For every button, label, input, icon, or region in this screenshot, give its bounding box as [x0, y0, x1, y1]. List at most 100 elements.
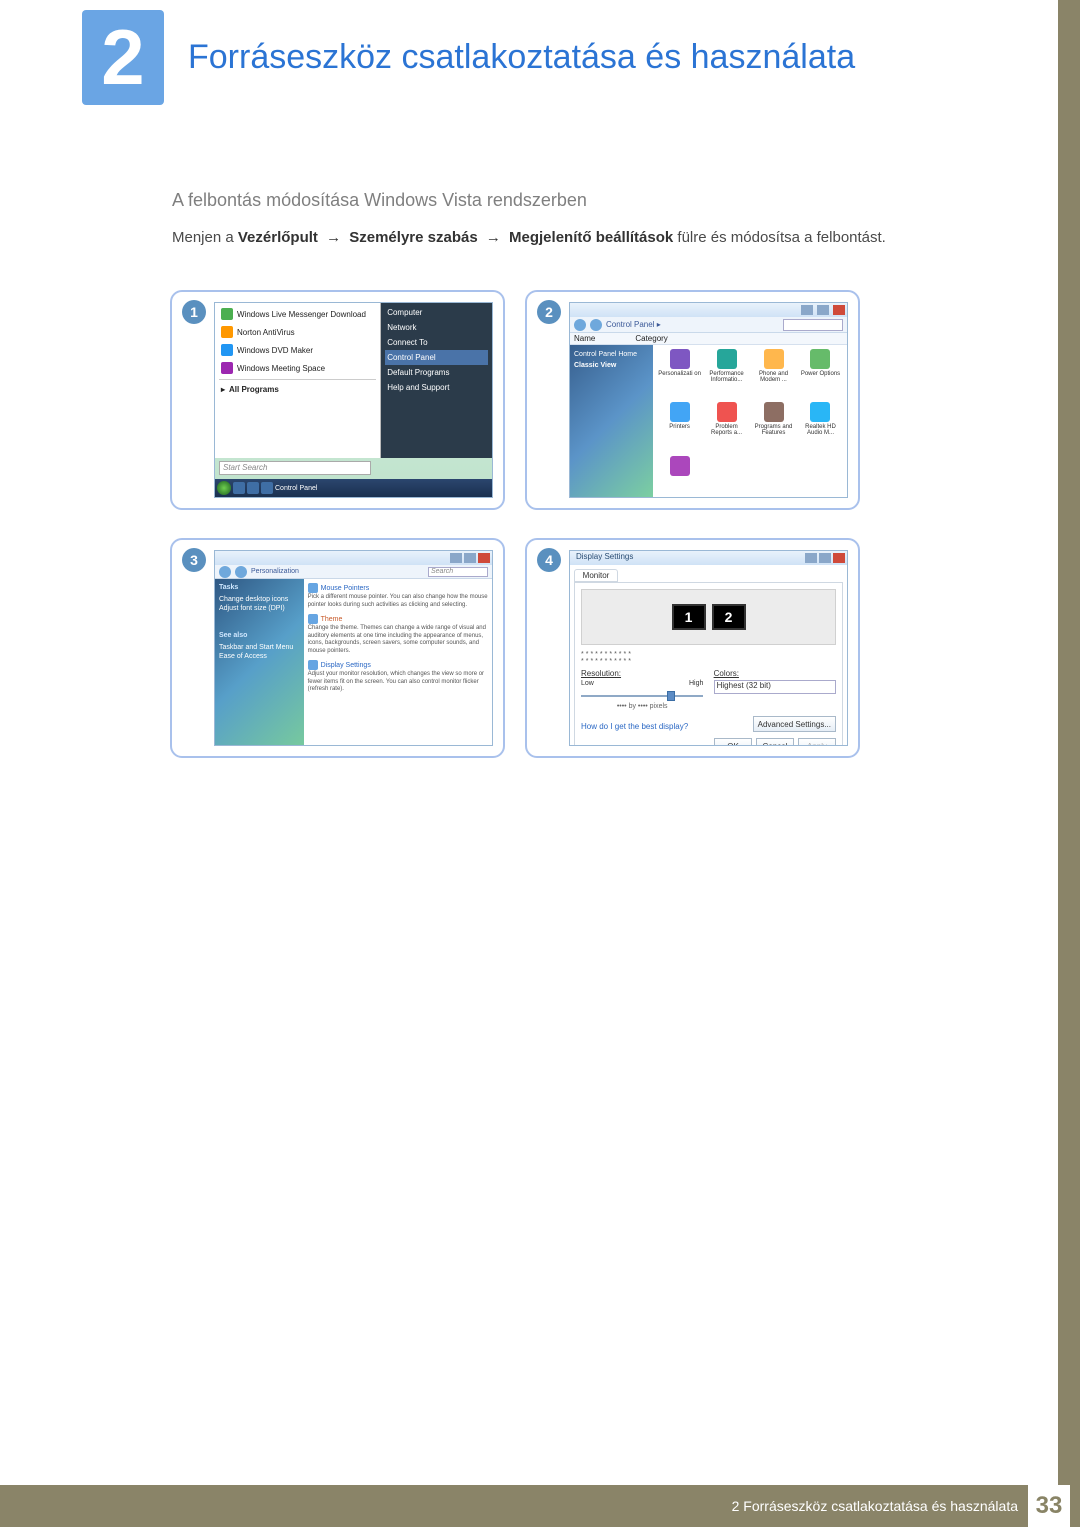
quicklaunch-icon[interactable]	[261, 482, 273, 494]
start-right-item[interactable]: Default Programs	[385, 365, 488, 380]
quicklaunch-icon[interactable]	[233, 482, 245, 494]
start-item-label: All Programs	[229, 385, 279, 394]
personalization-content: Mouse Pointers Pick a different mouse po…	[304, 579, 492, 745]
pers-section[interactable]: Display Settings Adjust your monitor res…	[308, 660, 488, 694]
monitor-tab[interactable]: Monitor	[574, 569, 618, 582]
maximize-icon[interactable]	[819, 553, 831, 563]
start-orb-icon[interactable]	[217, 481, 231, 495]
forward-icon[interactable]	[590, 319, 602, 331]
step-card-2: 2 Control Panel ▸ Name	[525, 290, 860, 510]
minimize-icon[interactable]	[801, 305, 813, 315]
section-link[interactable]: Mouse Pointers	[321, 585, 370, 592]
start-item[interactable]: Norton AntiVirus	[219, 323, 376, 341]
task-link[interactable]: Change desktop icons	[219, 595, 300, 604]
cp-icon-personalization[interactable]: Personalizati on	[657, 349, 702, 398]
monitor-2[interactable]: 2	[712, 604, 746, 630]
start-item[interactable]: Windows Meeting Space	[219, 359, 376, 377]
search-input[interactable]	[783, 319, 843, 331]
advanced-settings-button[interactable]: Advanced Settings...	[753, 716, 836, 732]
pers-section[interactable]: Theme Change the theme. Themes can chang…	[308, 614, 488, 655]
minimize-icon[interactable]	[805, 553, 817, 563]
start-right-item[interactable]: Network	[385, 320, 488, 335]
monitor-preview[interactable]: 1 2	[581, 589, 836, 645]
maximize-icon[interactable]	[464, 553, 476, 563]
cp-icon-power[interactable]: Power Options	[798, 349, 843, 398]
col-name[interactable]: Name	[574, 334, 595, 343]
cp-icon-label: Problem Reports a...	[704, 424, 749, 436]
address-bar: Personalization Search	[215, 565, 492, 579]
display-frame: 1 2 *********** *********** Resolution: …	[574, 582, 843, 746]
cp-icon-extra[interactable]	[657, 456, 702, 493]
ok-button[interactable]: OK	[714, 738, 752, 746]
monitor-1[interactable]: 1	[672, 604, 706, 630]
colors-select[interactable]: Highest (32 bit)	[714, 680, 836, 694]
cp-icon-problem[interactable]: Problem Reports a...	[704, 402, 749, 451]
cp-icon-performance[interactable]: Performance Informatio...	[704, 349, 749, 398]
cp-icon-label: Performance Informatio...	[704, 371, 749, 383]
cancel-button[interactable]: Cancel	[756, 738, 794, 746]
forward-icon[interactable]	[235, 566, 247, 578]
pers-section[interactable]: Mouse Pointers Pick a different mouse po…	[308, 583, 488, 609]
back-icon[interactable]	[574, 319, 586, 331]
back-icon[interactable]	[219, 566, 231, 578]
start-item-label: Windows Meeting Space	[237, 364, 325, 373]
cp-icon-label: Personalizati on	[657, 371, 702, 377]
dvd-icon	[221, 344, 233, 356]
start-right-item[interactable]: Computer	[385, 305, 488, 320]
apply-button[interactable]: Apply	[798, 738, 836, 746]
close-icon[interactable]	[833, 553, 845, 563]
start-item[interactable]: Windows Live Messenger Download	[219, 305, 376, 323]
screenshot-2: Control Panel ▸ Name Category Control Pa…	[569, 302, 848, 498]
problem-icon	[717, 402, 737, 422]
cp-home-link[interactable]: Control Panel Home	[574, 349, 649, 360]
start-left-column: Windows Live Messenger Download Norton A…	[215, 303, 381, 458]
cp-icon-label: Phone and Modem ...	[751, 371, 796, 383]
cp-icon-programs[interactable]: Programs and Features	[751, 402, 796, 451]
side-accent	[1058, 0, 1080, 1485]
cp-icon-phone[interactable]: Phone and Modem ...	[751, 349, 796, 398]
section-link[interactable]: Theme	[321, 616, 343, 623]
divider	[219, 379, 376, 380]
columns-header: Name Category	[570, 333, 847, 345]
breadcrumb[interactable]: Control Panel ▸	[606, 320, 661, 329]
start-item[interactable]: Windows DVD Maker	[219, 341, 376, 359]
tasks-sidebar: Tasks Change desktop icons Adjust font s…	[215, 579, 304, 745]
quicklaunch-icon[interactable]	[247, 482, 259, 494]
section-link[interactable]: Display Settings	[321, 662, 371, 669]
classic-view-link[interactable]: Classic View	[574, 360, 649, 371]
col-category[interactable]: Category	[635, 334, 667, 343]
pixels-readout: •••• by •••• pixels	[581, 703, 703, 710]
theme-icon	[308, 614, 318, 624]
section-desc: Adjust your monitor resolution, which ch…	[308, 671, 488, 694]
resolution-slider[interactable]	[581, 691, 703, 701]
start-right-item[interactable]: Connect To	[385, 335, 488, 350]
section-body: A felbontás módosítása Windows Vista ren…	[172, 190, 992, 250]
screenshot-1: Windows Live Messenger Download Norton A…	[214, 302, 493, 498]
step-badge-3: 3	[182, 548, 206, 572]
close-icon[interactable]	[478, 553, 490, 563]
norton-icon	[221, 326, 233, 338]
start-right-item[interactable]: Help and Support	[385, 380, 488, 395]
close-icon[interactable]	[833, 305, 845, 315]
taskbar-button[interactable]: Control Panel	[275, 485, 317, 492]
see-also-link[interactable]: Taskbar and Start Menu	[219, 643, 300, 652]
slider-thumb-icon[interactable]	[667, 691, 675, 701]
start-search-input[interactable]: Start Search	[219, 461, 371, 475]
maximize-icon[interactable]	[817, 305, 829, 315]
breadcrumb[interactable]: Personalization	[251, 568, 299, 575]
task-link[interactable]: Adjust font size (DPI)	[219, 604, 300, 613]
cp-icons-grid: Personalizati on Performance Informatio.…	[653, 345, 847, 497]
resolution-label: Resolution:	[581, 669, 621, 678]
cp-icon-realtek[interactable]: Realtek HD Audio M...	[798, 402, 843, 451]
see-also-link[interactable]: Ease of Access	[219, 652, 300, 661]
search-input[interactable]: Search	[428, 567, 488, 577]
start-item-label: Windows DVD Maker	[237, 346, 313, 355]
dialog-buttons: OK Cancel Apply	[581, 738, 836, 746]
path-3: Megjelenítő beállítások	[509, 229, 673, 246]
start-control-panel[interactable]: Control Panel	[385, 350, 488, 365]
minimize-icon[interactable]	[450, 553, 462, 563]
cp-icon-printers[interactable]: Printers	[657, 402, 702, 451]
cp-icon-label: Power Options	[798, 371, 843, 377]
help-link[interactable]: How do I get the best display?	[581, 722, 688, 731]
all-programs[interactable]: ▸All Programs	[219, 382, 376, 397]
